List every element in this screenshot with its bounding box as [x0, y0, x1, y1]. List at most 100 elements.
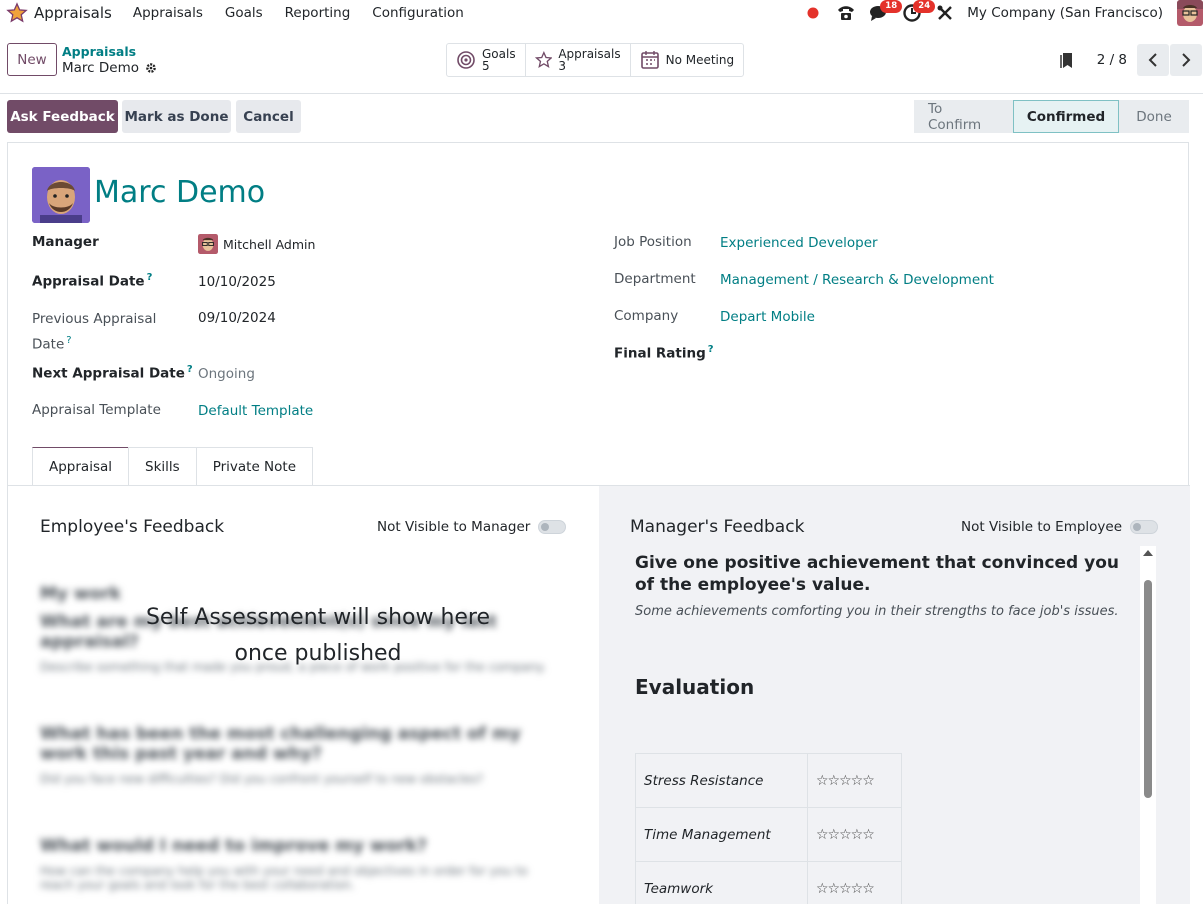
scrollbar-thumb[interactable]: [1144, 580, 1152, 798]
rating-cell[interactable]: ☆☆☆☆☆: [807, 807, 902, 862]
prev-date-help-icon[interactable]: ?: [66, 335, 71, 346]
phone-icon[interactable]: [832, 0, 860, 26]
rating-stars: ☆☆☆☆☆: [816, 880, 875, 897]
final-rating-label: Final Rating?: [614, 344, 714, 362]
prev-date-label-line1: Previous Appraisal: [32, 311, 157, 327]
not-visible-to-employee-toggle[interactable]: Not Visible to Employee: [961, 519, 1159, 535]
cancel-button[interactable]: Cancel: [236, 100, 301, 133]
rating-cell[interactable]: ☆☆☆☆☆: [807, 753, 902, 808]
next-appraisal-date-label: Next Appraisal Date?: [32, 364, 193, 382]
chevron-right-icon: [1182, 53, 1191, 67]
status-to-confirm[interactable]: To Confirm: [914, 100, 1013, 133]
recording-dot-icon[interactable]: [799, 0, 827, 26]
company-value[interactable]: Depart Mobile: [720, 309, 815, 325]
rating-stars: ☆☆☆☆☆: [816, 826, 875, 843]
blurred-hint-2: Did you face new difficulties? Did you c…: [40, 772, 484, 786]
pager-next-button[interactable]: [1170, 44, 1202, 76]
final-rating-label-text: Final Rating: [614, 345, 706, 362]
visibility-switch[interactable]: [538, 520, 567, 534]
mark-as-done-button[interactable]: Mark as Done: [122, 100, 231, 133]
not-visible-to-manager-label: Not Visible to Manager: [377, 519, 531, 535]
not-visible-to-employee-label: Not Visible to Employee: [961, 519, 1123, 535]
editor-scrollbar[interactable]: [1140, 546, 1156, 904]
activities-clock-icon[interactable]: 24: [898, 0, 936, 26]
menu-goals[interactable]: Goals: [225, 5, 263, 21]
goals-count: 5: [482, 59, 490, 73]
appraisals-smart-button[interactable]: Appraisals 3: [526, 44, 631, 76]
meeting-smart-button[interactable]: No Meeting: [631, 44, 744, 76]
pager-previous-button[interactable]: [1137, 44, 1169, 76]
overlay-line-1: Self Assessment will show here: [145, 605, 491, 630]
employee-feedback-pane: Employee's Feedback Not Visible to Manag…: [8, 485, 599, 904]
appraisal-date-help-icon[interactable]: ?: [147, 272, 153, 283]
breadcrumb-current: Marc Demo: [62, 60, 157, 76]
employee-name[interactable]: Marc Demo: [94, 175, 265, 210]
smart-buttons: Goals 5 Appraisals 3 No Meeting: [446, 43, 745, 77]
blurred-hint-3: How can the company help you with your n…: [40, 864, 528, 892]
company-switcher[interactable]: My Company (San Francisco): [967, 5, 1163, 21]
menu-reporting[interactable]: Reporting: [285, 5, 351, 21]
blurred-question-3: What would I need to improve my work?: [40, 836, 427, 856]
appraisal-date-value[interactable]: 10/10/2025: [198, 274, 276, 290]
final-rating-help-icon[interactable]: ?: [708, 344, 714, 355]
criterion-cell: Stress Resistance: [635, 753, 808, 808]
employee-feedback-title: Employee's Feedback: [40, 517, 225, 537]
appraisals-app-icon[interactable]: [4, 0, 30, 26]
control-panel: New Appraisals Marc Demo Goals 5 Apprais…: [0, 36, 1203, 94]
messages-icon[interactable]: 18: [865, 0, 903, 26]
status-bar: To Confirm Confirmed Done: [914, 100, 1189, 133]
criterion-cell: Teamwork: [635, 861, 808, 904]
user-avatar[interactable]: [1177, 0, 1203, 26]
next-date-label-text: Next Appraisal Date: [32, 365, 185, 382]
pager-value[interactable]: 2 / 8: [1097, 52, 1127, 68]
new-button[interactable]: New: [7, 43, 57, 76]
department-value[interactable]: Management / Research & Development: [720, 272, 994, 288]
bookmark-icon[interactable]: [1059, 51, 1075, 69]
evaluation-heading: Evaluation: [635, 675, 755, 699]
manager-feedback-editor[interactable]: Give one positive achievement that convi…: [635, 552, 1135, 699]
appraisal-template-value[interactable]: Default Template: [198, 403, 313, 419]
evaluation-table: Stress Resistance ☆☆☆☆☆ Time Management …: [635, 753, 902, 904]
menu-appraisals[interactable]: Appraisals: [133, 5, 203, 21]
debug-tools-icon[interactable]: [931, 0, 959, 26]
tab-skills[interactable]: Skills: [128, 447, 197, 486]
visibility-switch[interactable]: [1130, 520, 1159, 534]
gear-icon[interactable]: [145, 62, 157, 74]
job-position-label: Job Position: [614, 234, 692, 250]
manager-question-hint: Some achievements comforting you in thei…: [635, 604, 1119, 619]
appraisal-date-label: Appraisal Date?: [32, 272, 152, 290]
manager-field[interactable]: Mitchell Admin: [198, 234, 315, 254]
tab-appraisal[interactable]: Appraisal: [32, 447, 130, 486]
employee-avatar[interactable]: [32, 167, 90, 223]
next-appraisal-date-value[interactable]: Ongoing: [198, 366, 255, 382]
action-bar: Ask Feedback Mark as Done Cancel To Conf…: [0, 100, 1203, 134]
previous-appraisal-date-value[interactable]: 09/10/2024: [198, 310, 276, 326]
blurred-question-2: What has been the most challenging aspec…: [40, 724, 521, 764]
goals-smart-button[interactable]: Goals 5: [447, 44, 526, 76]
table-row: Time Management ☆☆☆☆☆: [635, 807, 902, 862]
scroll-up-arrow-icon[interactable]: [1143, 550, 1153, 556]
status-confirmed[interactable]: Confirmed: [1013, 100, 1119, 133]
not-visible-to-manager-toggle[interactable]: Not Visible to Manager: [377, 519, 567, 535]
manager-label: Manager: [32, 234, 99, 250]
pager: 2 / 8: [1059, 44, 1203, 76]
target-icon: [457, 51, 475, 69]
manager-feedback-pane: Manager's Feedback Not Visible to Employ…: [599, 485, 1190, 904]
breadcrumb-current-label: Marc Demo: [62, 60, 139, 76]
appraisal-template-label: Appraisal Template: [32, 402, 161, 418]
next-date-help-icon[interactable]: ?: [187, 364, 193, 375]
chevron-left-icon: [1148, 53, 1157, 67]
ask-feedback-button[interactable]: Ask Feedback: [7, 100, 118, 133]
appraisals-count: 3: [558, 59, 566, 73]
manager-value: Mitchell Admin: [223, 236, 316, 252]
breadcrumb-parent[interactable]: Appraisals: [62, 44, 136, 59]
rating-cell[interactable]: ☆☆☆☆☆: [807, 861, 902, 904]
tab-private-note[interactable]: Private Note: [195, 447, 314, 486]
app-title[interactable]: Appraisals: [34, 4, 112, 22]
table-row: Stress Resistance ☆☆☆☆☆: [635, 753, 902, 808]
form-sheet: Marc Demo Manager Mitchell Admin Apprais…: [7, 142, 1190, 904]
overlay-line-2: once published: [234, 641, 402, 666]
menu-configuration[interactable]: Configuration: [372, 5, 464, 21]
job-position-value[interactable]: Experienced Developer: [720, 235, 878, 251]
status-done[interactable]: Done: [1119, 100, 1189, 133]
